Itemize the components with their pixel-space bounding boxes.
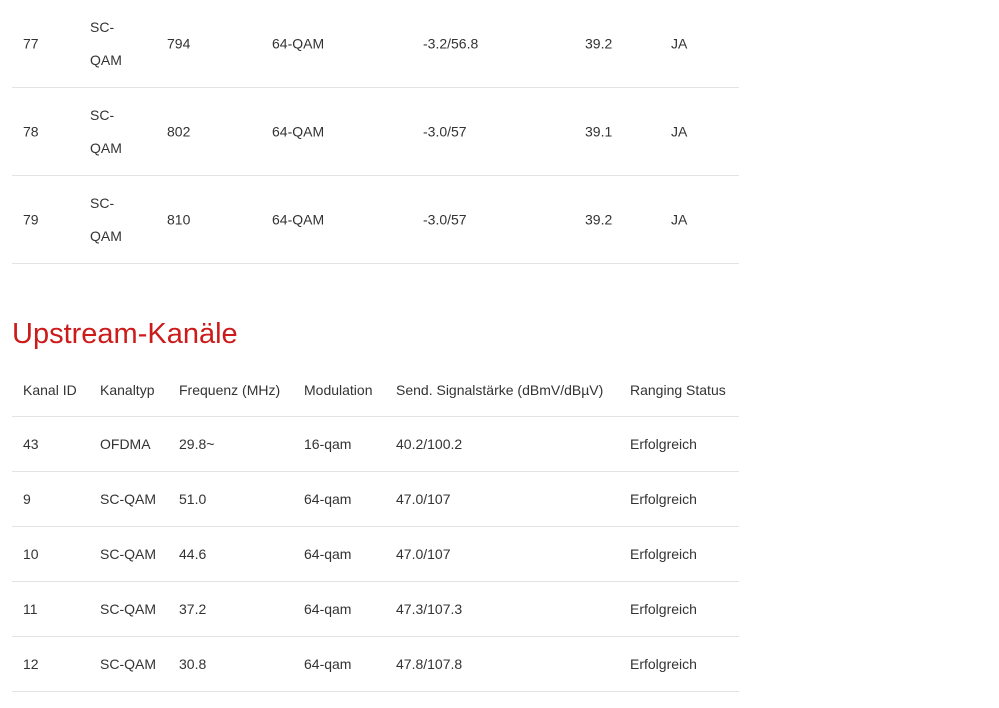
frequency: 794: [167, 35, 191, 51]
snr: 39.1: [585, 123, 613, 139]
table-row: 9 SC-QAM 51.0 64-qam 47.0/107 Erfolgreic…: [12, 472, 739, 527]
channel-id: 77: [23, 35, 39, 51]
modulation: 64-QAM: [272, 35, 325, 51]
frequency: 810: [167, 211, 191, 227]
power-level: 47.0/107: [396, 546, 451, 562]
channel-type: SC- QAM: [90, 194, 122, 244]
table-row: 77 SC- QAM 794 64-QAM -3.2/56.8 39.2 JA: [12, 0, 739, 88]
modulation: 64-qam: [304, 491, 352, 507]
channel-type: SC- QAM: [90, 106, 122, 156]
channel-id: 9: [23, 491, 31, 507]
snr: 39.2: [585, 211, 613, 227]
column-header-id: Kanal ID: [23, 381, 77, 398]
column-header-ranging: Ranging Status: [630, 381, 726, 398]
upstream-table: Kanal ID Kanaltyp Frequenz (MHz) Modulat…: [12, 363, 739, 692]
column-header-power: Send. Signalstärke (dBmV/dBµV): [396, 381, 604, 398]
modulation: 64-qam: [304, 601, 352, 617]
modulation: 64-qam: [304, 546, 352, 562]
frequency: 802: [167, 123, 191, 139]
modulation: 64-QAM: [272, 211, 325, 227]
channel-id: 43: [23, 436, 39, 452]
ranging-status: Erfolgreich: [630, 491, 697, 507]
ranging-status: Erfolgreich: [630, 546, 697, 562]
ranging-status: Erfolgreich: [630, 436, 697, 452]
power-level: -3.2/56.8: [423, 35, 479, 51]
frequency: 44.6: [179, 546, 207, 562]
table-row: 78 SC- QAM 802 64-QAM -3.0/57 39.1 JA: [12, 88, 739, 176]
channel-type: SC-QAM: [100, 601, 156, 617]
frequency: 29.8~: [179, 436, 215, 452]
column-header-type: Kanaltyp: [100, 381, 155, 398]
channel-type: SC-QAM: [100, 546, 156, 562]
power-level: 40.2/100.2: [396, 436, 463, 452]
table-row: 79 SC- QAM 810 64-QAM -3.0/57 39.2 JA: [12, 176, 739, 264]
channel-type: SC-QAM: [100, 656, 156, 672]
power-level: 47.8/107.8: [396, 656, 463, 672]
table-row: 43 OFDMA 29.8~ 16-qam 40.2/100.2 Erfolgr…: [12, 417, 739, 472]
power-level: -3.0/57: [423, 123, 467, 139]
modulation: 64-qam: [304, 656, 352, 672]
table-row: 12 SC-QAM 30.8 64-qam 47.8/107.8 Erfolgr…: [12, 637, 739, 692]
frequency: 37.2: [179, 601, 207, 617]
channel-type: SC-QAM: [100, 491, 156, 507]
frequency: 51.0: [179, 491, 207, 507]
power-level: 47.0/107: [396, 491, 451, 507]
power-level: 47.3/107.3: [396, 601, 463, 617]
channel-type: OFDMA: [100, 436, 151, 452]
channel-id: 12: [23, 656, 39, 672]
channel-id: 10: [23, 546, 39, 562]
column-header-frequency: Frequenz (MHz): [179, 381, 281, 398]
power-level: -3.0/57: [423, 211, 467, 227]
channel-id: 11: [23, 601, 38, 617]
frequency: 30.8: [179, 656, 207, 672]
modulation: 64-QAM: [272, 123, 325, 139]
modulation: 16-qam: [304, 436, 352, 452]
table-header-row: Kanal ID Kanaltyp Frequenz (MHz) Modulat…: [12, 363, 739, 417]
locked-status: JA: [671, 35, 688, 51]
channel-id: 78: [23, 123, 39, 139]
downstream-table: 77 SC- QAM 794 64-QAM -3.2/56.8 39.2 JA …: [12, 0, 739, 264]
locked-status: JA: [671, 211, 688, 227]
table-row: 11 SC-QAM 37.2 64-qam 47.3/107.3 Erfolgr…: [12, 582, 739, 637]
channel-type: SC- QAM: [90, 18, 122, 68]
locked-status: JA: [671, 123, 688, 139]
section-title-upstream: Upstream-Kanäle: [12, 318, 238, 350]
channel-id: 79: [23, 211, 39, 227]
snr: 39.2: [585, 35, 613, 51]
table-row: 10 SC-QAM 44.6 64-qam 47.0/107 Erfolgrei…: [12, 527, 739, 582]
ranging-status: Erfolgreich: [630, 656, 697, 672]
column-header-modulation: Modulation: [304, 381, 373, 398]
ranging-status: Erfolgreich: [630, 601, 697, 617]
